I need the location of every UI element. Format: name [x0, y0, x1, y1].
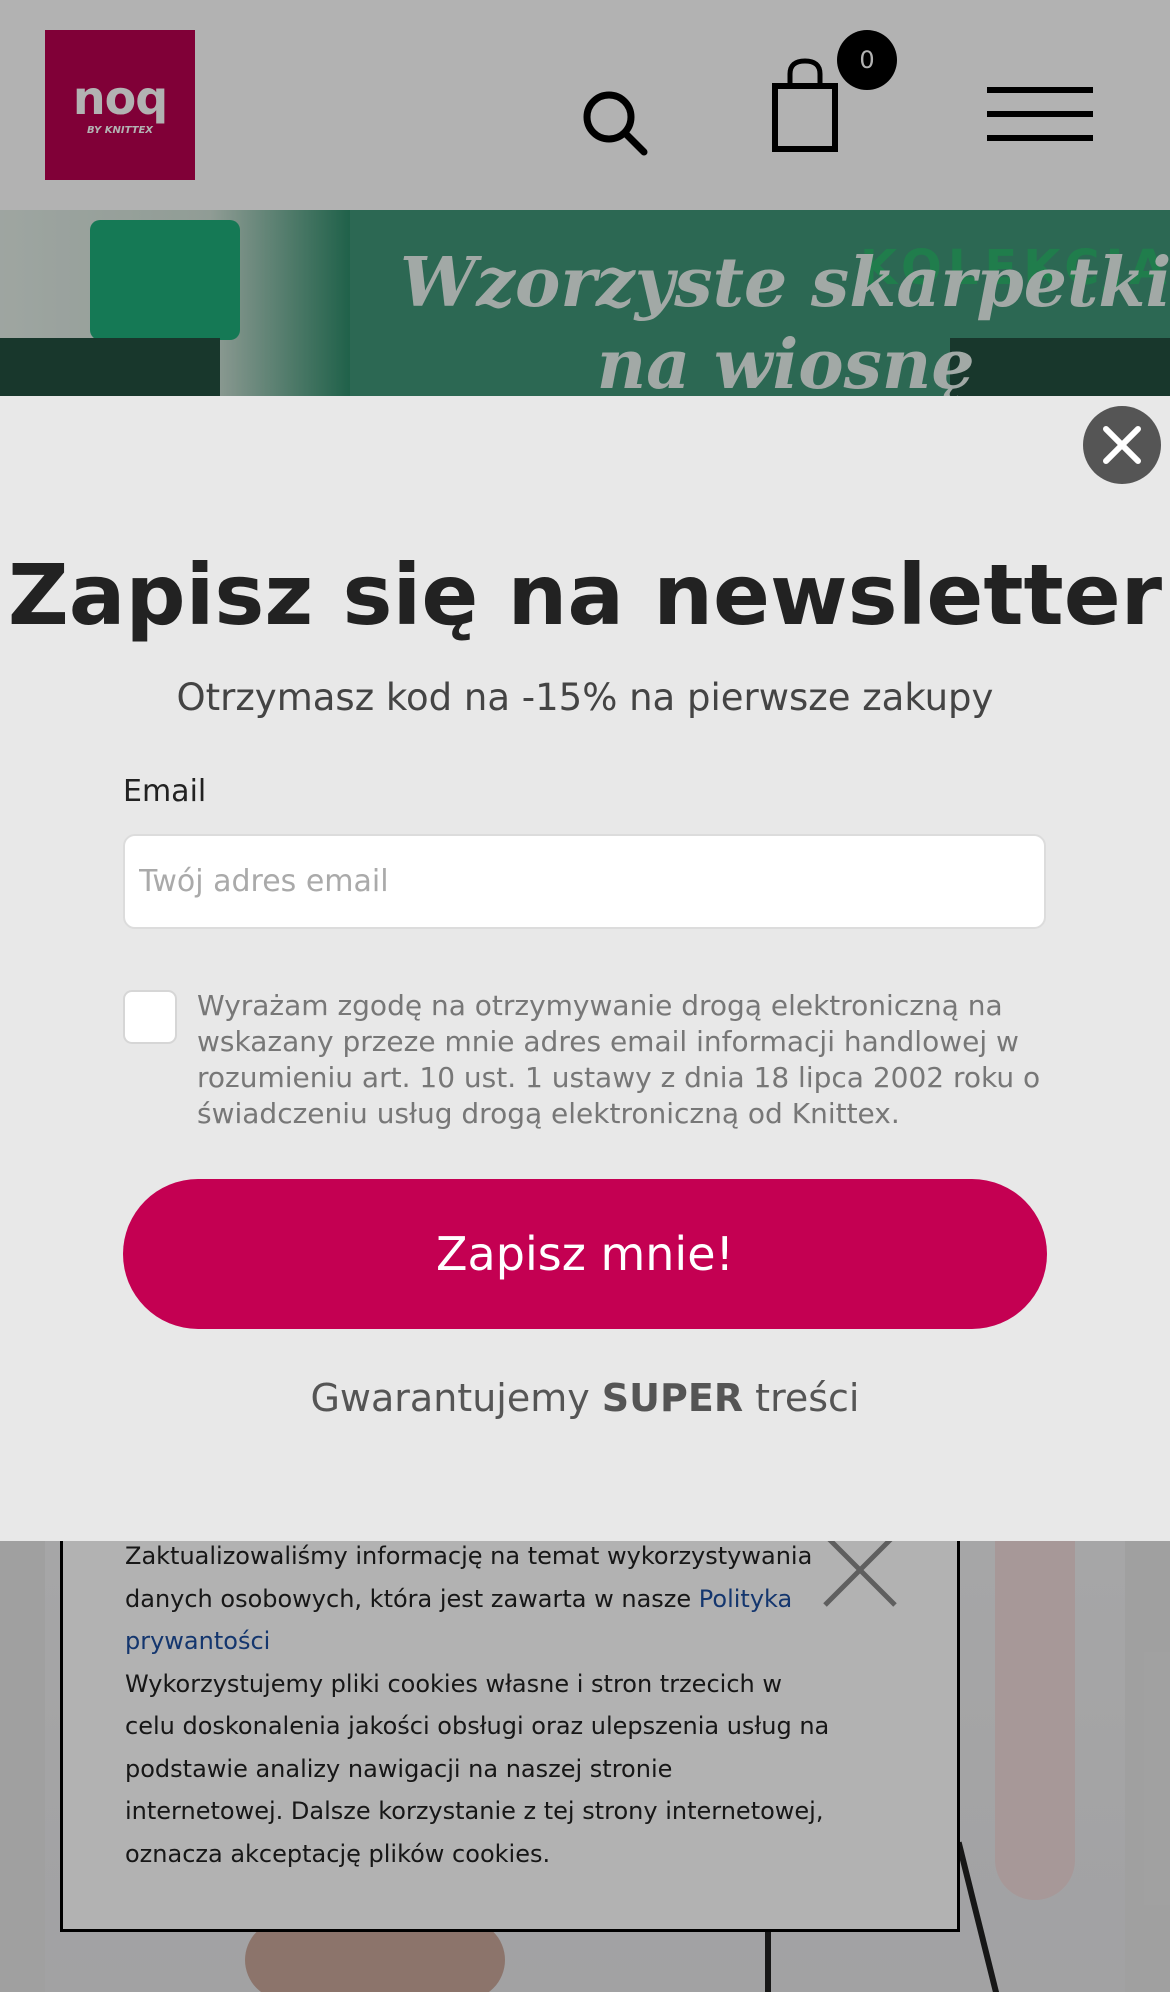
consent-text[interactable]: Wyrażam zgodę na otrzymywanie drogą elek… [197, 988, 1047, 1132]
subscribe-button[interactable]: Zapisz mnie! [123, 1179, 1047, 1329]
close-icon [1103, 426, 1141, 464]
guarantee-prefix: Gwarantujemy [310, 1376, 602, 1420]
newsletter-title: Zapisz się na newsletter [7, 546, 1163, 644]
consent-checkbox[interactable] [123, 990, 177, 1044]
guarantee-bold: SUPER [601, 1376, 744, 1420]
email-label: Email [123, 774, 207, 809]
guarantee-suffix: treści [743, 1376, 860, 1420]
modal-close-button[interactable] [1083, 406, 1161, 484]
guarantee-text: Gwarantujemy SUPER treści [0, 1370, 1170, 1426]
newsletter-subtitle: Otrzymasz kod na -15% na pierwsze zakupy [176, 676, 994, 719]
email-input[interactable] [123, 834, 1046, 929]
